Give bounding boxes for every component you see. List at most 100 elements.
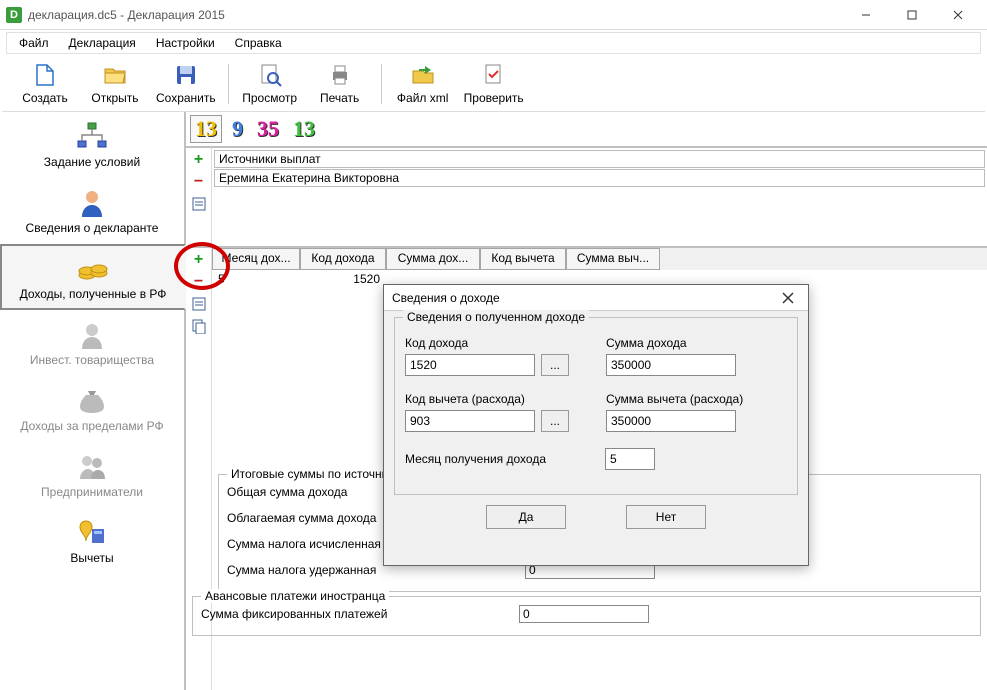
sidebar-income-abroad: Доходы за пределами РФ [0,376,184,442]
col-ded-sum[interactable]: Сумма выч... [566,248,660,270]
check-button[interactable]: Проверить [458,57,530,111]
income-code-input[interactable] [405,354,535,376]
save-button[interactable]: Сохранить [150,57,222,111]
conditions-icon [76,121,108,153]
menu-file[interactable]: Файл [11,34,57,52]
sidebar-deductions[interactable]: Вычеты [0,508,184,574]
preview-label: Просмотр [242,91,297,105]
save-label: Сохранить [156,91,216,105]
folder-open-icon [103,63,127,87]
deductions-icon [76,517,108,549]
menu-settings[interactable]: Настройки [148,34,223,52]
col-month[interactable]: Месяц дох... [212,248,300,270]
create-button[interactable]: Создать [10,57,80,111]
sidebar: Задание условий Сведения о декларанте До… [0,112,186,690]
dialog-no-button[interactable]: Нет [626,505,706,529]
dialog-group-legend: Сведения о полученном доходе [403,310,589,324]
source-row[interactable]: Еремина Екатерина Викторовна [214,169,985,187]
income-code-browse-button[interactable]: ... [541,354,569,376]
income-sum-input[interactable] [606,354,736,376]
month-label: Месяц получения дохода [405,452,585,466]
sidebar-deductions-label: Вычеты [70,551,113,565]
income-dialog: Сведения о доходе Сведения о полученном … [383,284,809,566]
col-code[interactable]: Код дохода [300,248,386,270]
close-icon [782,292,794,304]
person-icon [76,187,108,219]
col-sum[interactable]: Сумма дох... [386,248,480,270]
minimize-button[interactable] [843,0,889,30]
save-icon [174,63,198,87]
dialog-titlebar: Сведения о доходе [384,285,808,311]
dialog-body: Сведения о полученном доходе Код дохода … [384,311,808,535]
month-input[interactable] [605,448,655,470]
window-controls [843,0,981,30]
export-icon [411,63,435,87]
advance-group: Авансовые платежи иностранца Сумма фикси… [192,596,981,636]
sources-section: + − Источники выплат Еремина Екатерина В… [186,148,987,248]
create-label: Создать [22,91,68,105]
moneybag-icon [76,385,108,417]
close-button[interactable] [935,0,981,30]
deduction-code-label: Код вычета (расхода) [405,392,586,406]
maximize-button[interactable] [889,0,935,30]
sidebar-entrepreneurs: Предприниматели [0,442,184,508]
sources-header: Источники выплат [214,150,985,168]
preview-button[interactable]: Просмотр [235,57,305,111]
edit-income-button[interactable] [189,294,209,314]
income-code-label: Код дохода [405,336,586,350]
invest-icon [76,319,108,351]
remove-source-button[interactable]: − [189,172,209,192]
dialog-buttons: Да Нет [394,505,798,529]
coins-icon [77,253,109,285]
tax-rates-bar: 13 9 35 13 [186,112,987,148]
print-button[interactable]: Печать [305,57,375,111]
sidebar-invest-label: Инвест. товарищества [30,353,154,367]
cell-month: 5 [212,270,300,290]
fixed-payments-input[interactable] [519,605,649,623]
deduction-sum-input[interactable] [606,410,736,432]
sidebar-declarant[interactable]: Сведения о декларанте [0,178,184,244]
edit-icon [191,296,207,312]
copy-icon [191,318,207,334]
people-icon [76,451,108,483]
new-file-icon [33,63,57,87]
incomes-table-header: Месяц дох... Код дохода Сумма дох... Код… [212,248,987,270]
file-xml-button[interactable]: Файл xml [388,57,458,111]
tax-rate-13-active[interactable]: 13 [190,115,222,143]
edit-source-button[interactable] [189,194,209,214]
sources-list: Источники выплат Еремина Екатерина Викто… [212,148,987,246]
tax-rate-9[interactable]: 9 [228,116,247,142]
check-icon [482,63,506,87]
add-income-button[interactable]: + [189,250,209,270]
menubar: Файл Декларация Настройки Справка [6,32,981,54]
file-xml-label: Файл xml [397,91,449,105]
menu-declaration[interactable]: Декларация [61,34,144,52]
fixed-payments-row: Сумма фиксированных платежей [201,601,972,627]
window-title: декларация.dc5 - Декларация 2015 [28,8,843,22]
menu-help[interactable]: Справка [227,34,290,52]
sidebar-income-abroad-label: Доходы за пределами РФ [20,419,163,433]
titlebar: D декларация.dc5 - Декларация 2015 [0,0,987,30]
toolbar: Создать Открыть Сохранить Просмотр Печат… [2,56,985,112]
tax-rate-13b[interactable]: 13 [289,116,319,142]
sidebar-entrepreneurs-label: Предприниматели [41,485,143,499]
dialog-close-button[interactable] [776,290,800,306]
print-label: Печать [320,91,359,105]
sidebar-income-rf[interactable]: Доходы, полученные в РФ [0,244,186,310]
income-sum-label: Сумма дохода [606,336,787,350]
deduction-code-input[interactable] [405,410,535,432]
sidebar-conditions[interactable]: Задание условий [0,112,184,178]
edit-icon [191,196,207,212]
dialog-group: Сведения о полученном доходе Код дохода … [394,317,798,495]
check-label: Проверить [464,91,524,105]
col-ded-code[interactable]: Код вычета [480,248,566,270]
dialog-yes-button[interactable]: Да [486,505,566,529]
cell-code: 1520 [300,270,386,290]
fixed-payments-label: Сумма фиксированных платежей [201,607,511,621]
tax-rate-35[interactable]: 35 [253,116,283,142]
remove-income-button[interactable]: − [189,272,209,292]
deduction-code-browse-button[interactable]: ... [541,410,569,432]
add-source-button[interactable]: + [189,150,209,170]
open-button[interactable]: Открыть [80,57,150,111]
copy-income-button[interactable] [189,316,209,336]
